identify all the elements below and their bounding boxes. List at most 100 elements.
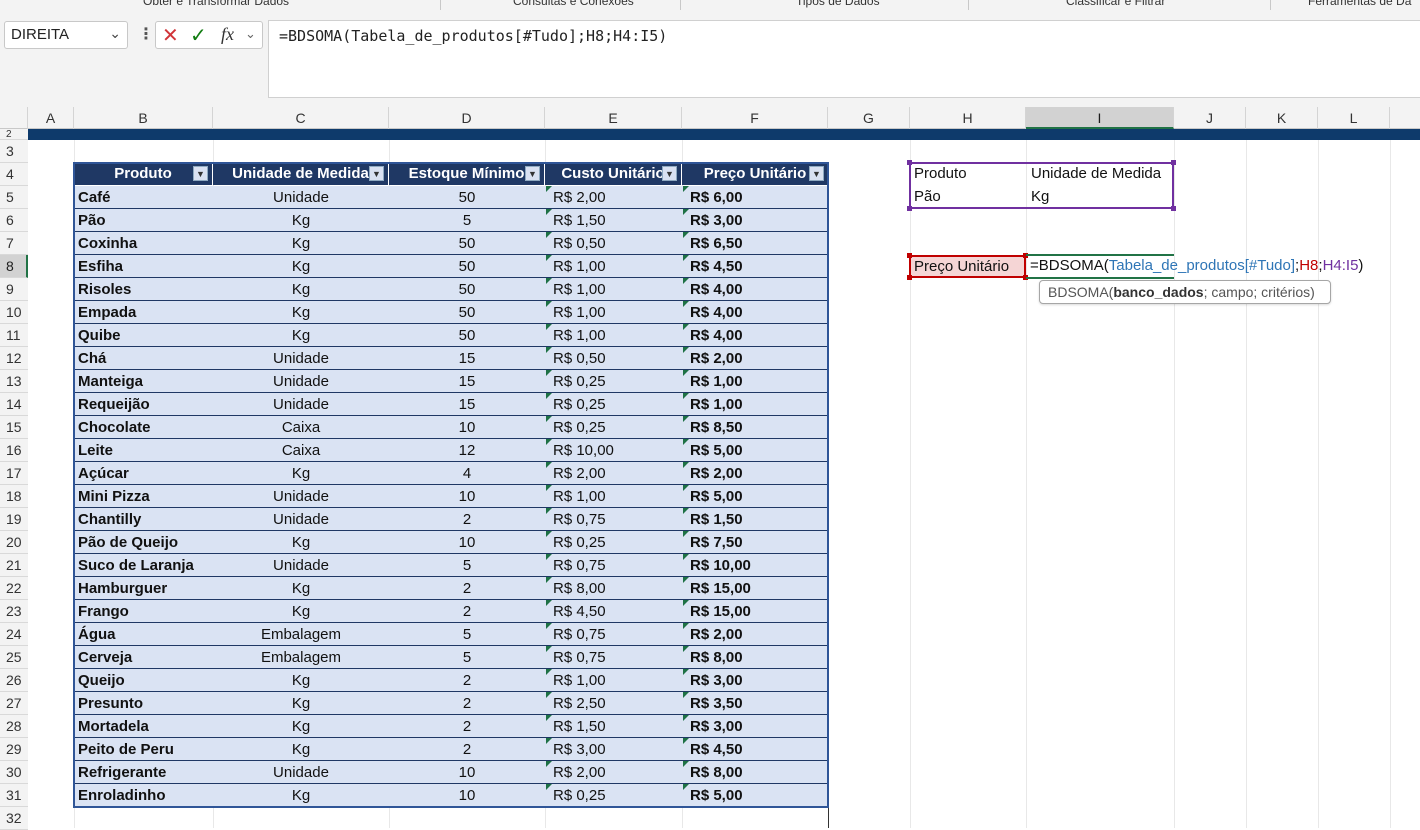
table-cell[interactable]: R$ 3,00 [690, 209, 828, 231]
table-cell[interactable]: Unidade [213, 485, 389, 507]
ribbon-group-data-tools[interactable]: Ferramentas de Da [1308, 0, 1411, 8]
more-options-icon[interactable]: ⋮ [138, 24, 154, 44]
col-header-l[interactable]: L [1318, 107, 1390, 129]
table-cell[interactable]: R$ 3,00 [690, 715, 828, 737]
table-cell[interactable]: R$ 0,25 [553, 393, 682, 415]
row-header-8[interactable]: 8 [0, 255, 28, 278]
cell-i8-formula[interactable]: =BDSOMA(Tabela_de_produtos[#Tudo];H8;H4:… [1030, 257, 1363, 274]
filter-dropdown-icon[interactable]: ▼ [809, 166, 824, 181]
ribbon-group-sort-filter[interactable]: Classificar e Filtrar [1066, 0, 1165, 8]
table-cell[interactable]: R$ 1,00 [553, 301, 682, 323]
error-indicator-icon[interactable] [546, 554, 552, 560]
function-arguments-tooltip[interactable]: BDSOMA(banco_dados; campo; critérios) [1039, 280, 1331, 304]
error-indicator-icon[interactable] [546, 485, 552, 491]
name-box[interactable]: DIREITA ⌄ [4, 21, 128, 49]
row-header-28[interactable]: 28 [0, 715, 28, 738]
table-cell[interactable]: R$ 1,00 [553, 324, 682, 346]
table-cell[interactable]: Coxinha [78, 232, 213, 254]
table-cell[interactable]: 50 [389, 255, 545, 277]
error-indicator-icon[interactable] [546, 439, 552, 445]
table-cell[interactable]: 2 [389, 669, 545, 691]
table-cell[interactable]: 5 [389, 623, 545, 645]
row-header-32[interactable]: 32 [0, 807, 28, 830]
row-header-26[interactable]: 26 [0, 669, 28, 692]
error-indicator-icon[interactable] [546, 462, 552, 468]
table-cell[interactable]: 4 [389, 462, 545, 484]
table-cell[interactable]: Kg [213, 209, 389, 231]
error-indicator-icon[interactable] [683, 600, 689, 606]
error-indicator-icon[interactable] [546, 784, 552, 790]
row-header-14[interactable]: 14 [0, 393, 28, 416]
table-cell[interactable]: R$ 5,00 [690, 485, 828, 507]
error-indicator-icon[interactable] [683, 462, 689, 468]
error-indicator-icon[interactable] [546, 347, 552, 353]
table-cell[interactable]: 5 [389, 554, 545, 576]
table-cell[interactable]: Caixa [213, 416, 389, 438]
error-indicator-icon[interactable] [683, 370, 689, 376]
cell-i5[interactable]: Kg [1031, 188, 1049, 205]
col-header-e[interactable]: E [545, 107, 682, 129]
col-header-a[interactable]: A [28, 107, 74, 129]
table-cell[interactable]: R$ 4,00 [690, 324, 828, 346]
error-indicator-icon[interactable] [683, 738, 689, 744]
formula-input[interactable]: =BDSOMA(Tabela_de_produtos[#Tudo];H8;H4:… [268, 20, 1420, 98]
table-cell[interactable]: 50 [389, 324, 545, 346]
error-indicator-icon[interactable] [546, 600, 552, 606]
table-cell[interactable]: 15 [389, 393, 545, 415]
error-indicator-icon[interactable] [683, 692, 689, 698]
error-indicator-icon[interactable] [683, 577, 689, 583]
table-cell[interactable]: R$ 6,00 [690, 186, 828, 208]
error-indicator-icon[interactable] [546, 186, 552, 192]
error-indicator-icon[interactable] [683, 554, 689, 560]
error-indicator-icon[interactable] [546, 255, 552, 261]
row-header-31[interactable]: 31 [0, 784, 28, 807]
table-cell[interactable]: R$ 1,00 [690, 370, 828, 392]
table-cell[interactable]: R$ 1,50 [690, 508, 828, 530]
error-indicator-icon[interactable] [683, 439, 689, 445]
table-cell[interactable]: Kg [213, 577, 389, 599]
table-cell[interactable]: Kg [213, 324, 389, 346]
table-cell[interactable]: 2 [389, 738, 545, 760]
error-indicator-icon[interactable] [546, 370, 552, 376]
table-cell[interactable]: R$ 0,25 [553, 416, 682, 438]
insert-function-icon[interactable]: fx [221, 24, 234, 45]
error-indicator-icon[interactable] [683, 646, 689, 652]
table-cell[interactable]: 2 [389, 715, 545, 737]
table-cell[interactable]: 10 [389, 784, 545, 806]
table-header-estoque[interactable]: Estoque Mínimo ▼ [389, 163, 545, 185]
cancel-icon[interactable]: ✕ [162, 23, 179, 48]
table-cell[interactable]: Embalagem [213, 623, 389, 645]
table-cell[interactable]: R$ 1,00 [553, 485, 682, 507]
error-indicator-icon[interactable] [683, 784, 689, 790]
table-cell[interactable]: Unidade [213, 347, 389, 369]
error-indicator-icon[interactable] [546, 646, 552, 652]
row-header-6[interactable]: 6 [0, 209, 28, 232]
table-cell[interactable]: Frango [78, 600, 213, 622]
cell-h4[interactable]: Produto [914, 165, 967, 182]
table-cell[interactable]: R$ 2,50 [553, 692, 682, 714]
table-cell[interactable]: Queijo [78, 669, 213, 691]
row-header-19[interactable]: 19 [0, 508, 28, 531]
table-cell[interactable]: R$ 2,00 [690, 347, 828, 369]
table-cell[interactable]: Hamburguer [78, 577, 213, 599]
error-indicator-icon[interactable] [546, 692, 552, 698]
table-cell[interactable]: R$ 8,00 [690, 646, 828, 668]
table-cell[interactable]: Cerveja [78, 646, 213, 668]
table-cell[interactable]: R$ 8,00 [690, 761, 828, 783]
table-cell[interactable]: 5 [389, 646, 545, 668]
error-indicator-icon[interactable] [546, 209, 552, 215]
filter-dropdown-icon[interactable]: ▼ [662, 166, 677, 181]
ribbon-group-get-transform[interactable]: Obter e Transformar Dados [143, 0, 289, 8]
table-cell[interactable]: Kg [213, 255, 389, 277]
table-cell[interactable]: R$ 1,00 [690, 393, 828, 415]
table-cell[interactable]: R$ 4,00 [690, 278, 828, 300]
table-cell[interactable]: R$ 0,75 [553, 508, 682, 530]
table-cell[interactable]: Unidade [213, 554, 389, 576]
row-header-29[interactable]: 29 [0, 738, 28, 761]
error-indicator-icon[interactable] [546, 669, 552, 675]
table-cell[interactable]: Enroladinho [78, 784, 213, 806]
table-cell[interactable]: 10 [389, 761, 545, 783]
filter-dropdown-icon[interactable]: ▼ [525, 166, 540, 181]
table-cell[interactable]: R$ 15,00 [690, 600, 828, 622]
row-header-2[interactable]: 2 [0, 129, 28, 140]
